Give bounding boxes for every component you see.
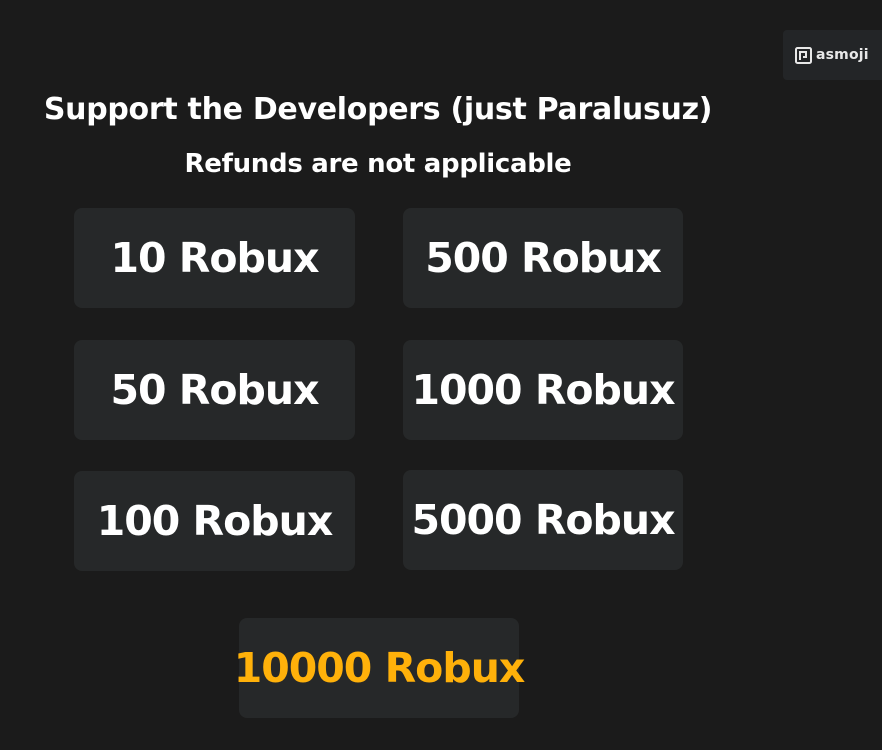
- donate-100-robux-button[interactable]: 100 Robux: [74, 471, 355, 571]
- donate-5000-robux-button[interactable]: 5000 Robux: [403, 470, 683, 570]
- donate-1000-robux-button[interactable]: 1000 Robux: [403, 340, 683, 440]
- donate-500-robux-button[interactable]: 500 Robux: [403, 208, 683, 308]
- watermark-text: asmoji: [816, 47, 869, 63]
- donation-screen: asmoji Support the Developers (just Para…: [0, 0, 882, 750]
- asmoji-logo-icon: [795, 46, 812, 64]
- watermark-badge: asmoji: [783, 30, 882, 80]
- donate-10000-robux-button[interactable]: 10000 Robux: [234, 618, 525, 718]
- page-subtitle: Refunds are not applicable: [184, 149, 572, 179]
- donate-50-robux-button[interactable]: 50 Robux: [74, 340, 355, 440]
- donate-10-robux-button[interactable]: 10 Robux: [74, 208, 355, 308]
- page-title: Support the Developers (just Paralusuz): [43, 92, 713, 127]
